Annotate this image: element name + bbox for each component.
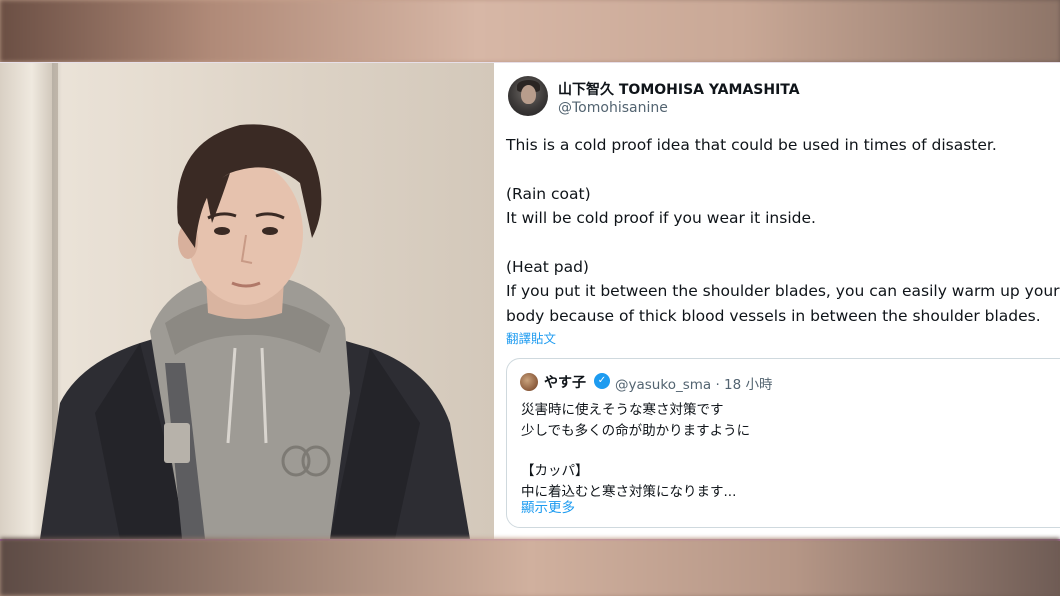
tweet-line: body because of thick blood vessels in b… bbox=[506, 306, 1041, 325]
tweet-line: If you put it between the shoulder blade… bbox=[506, 282, 1060, 300]
person-illustration bbox=[40, 124, 470, 539]
quoted-tweet[interactable]: やす子 ✓ @yasuko_sma · 18 小時 災害時に使えそうな寒さ対策で… bbox=[506, 358, 1060, 528]
translate-post-link[interactable]: 翻譯貼文 bbox=[506, 328, 556, 347]
quoted-author-handle-time[interactable]: @yasuko_sma · 18 小時 bbox=[615, 373, 773, 393]
author-handle[interactable]: @Tomohisanine bbox=[558, 100, 668, 116]
quoted-author-name[interactable]: やす子 bbox=[544, 372, 586, 392]
portrait-photo bbox=[0, 63, 494, 539]
quoted-line: 災害時に使えそうな寒さ対策です bbox=[521, 402, 724, 418]
tweet-line: This is a cold proof idea that could be … bbox=[506, 136, 997, 154]
tweet-text: This is a cold proof idea that could be … bbox=[506, 133, 1060, 328]
quoted-line: 少しでも多くの命が助かりますように bbox=[521, 422, 751, 439]
verified-badge-icon: ✓ bbox=[594, 373, 610, 389]
quoted-line: 【カッパ】 bbox=[521, 463, 589, 479]
author-avatar[interactable] bbox=[508, 76, 548, 116]
tweet-line: (Rain coat) bbox=[506, 184, 591, 203]
blurred-background-bottom bbox=[0, 538, 1060, 596]
tweet-line: (Heat pad) bbox=[506, 257, 589, 276]
tweet-card[interactable]: 山下智久 TOMOHISA YAMASHITA @Tomohisanine Th… bbox=[494, 63, 1060, 539]
quoted-author-avatar[interactable] bbox=[520, 373, 538, 391]
quoted-tweet-text: 災害時に使えそうな寒さ対策です 少しでも多くの命が助かりますように 【カッパ】 … bbox=[521, 400, 750, 502]
tweet-line: It will be cold proof if you wear it ins… bbox=[506, 209, 816, 227]
blurred-background-top bbox=[0, 0, 1060, 62]
show-more-link[interactable]: 顯示更多 bbox=[521, 496, 575, 516]
author-name[interactable]: 山下智久 TOMOHISA YAMASHITA bbox=[558, 79, 800, 99]
composite-image: 山下智久 TOMOHISA YAMASHITA @Tomohisanine Th… bbox=[0, 62, 1060, 541]
